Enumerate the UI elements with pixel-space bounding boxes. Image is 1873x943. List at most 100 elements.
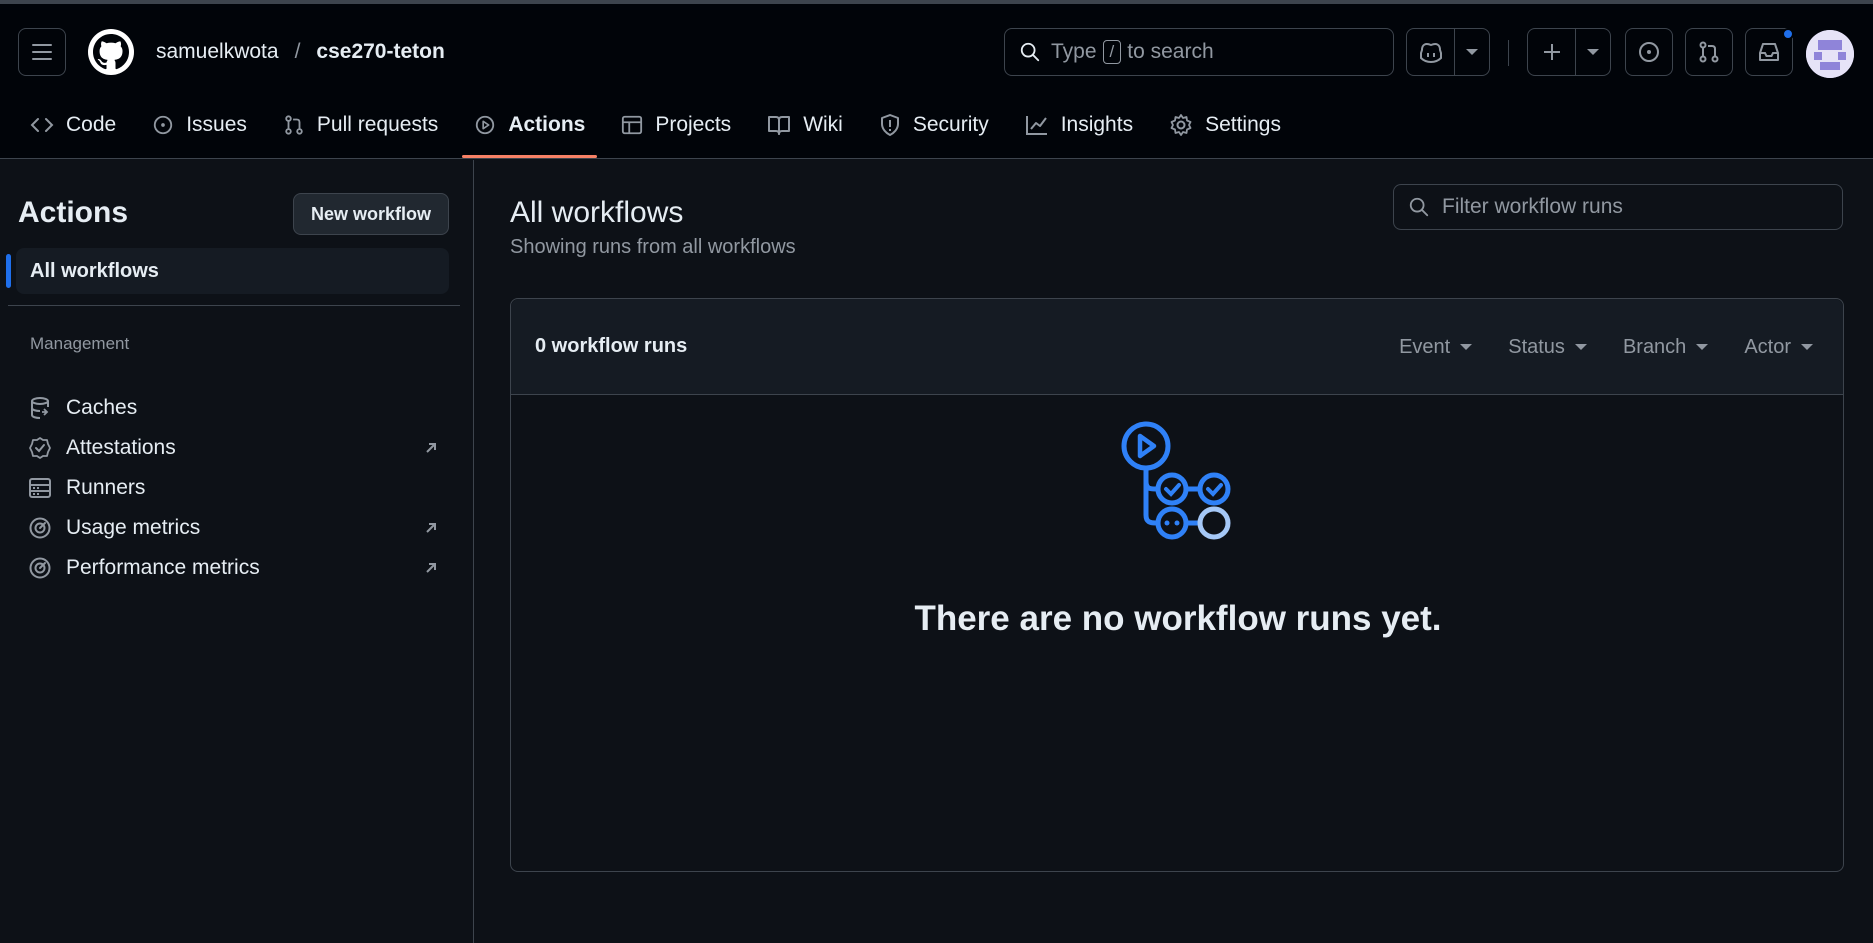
pull-request-icon (285, 115, 303, 135)
workflow-runs-header: 0 workflow runs Event Status Branch Acto… (511, 299, 1843, 395)
server-icon (29, 478, 51, 498)
create-new-button[interactable] (1528, 29, 1576, 75)
workflow-runs-box: 0 workflow runs Event Status Branch Acto… (510, 298, 1844, 872)
graph-icon (1025, 116, 1047, 135)
search-icon (1409, 197, 1429, 217)
breadcrumb-separator: / (294, 40, 301, 63)
book-icon (768, 116, 791, 135)
chevron-down-icon (1587, 49, 1599, 55)
breadcrumb: samuelkwota / cse270-teton (156, 40, 445, 64)
page-title: All workflows (510, 196, 684, 229)
copilot-dropdown[interactable] (1455, 29, 1489, 75)
sidebar-item-all-workflows[interactable]: All workflows (16, 248, 449, 294)
event-filter[interactable]: Event (1399, 335, 1473, 359)
new-workflow-button[interactable]: New workflow (293, 193, 449, 235)
sidebar-item-label: Caches (66, 396, 138, 419)
avatar[interactable] (1806, 30, 1854, 78)
sidebar-item-caches[interactable]: Caches (28, 390, 448, 426)
sidebar-section-label: Management (30, 334, 130, 353)
tab-label: Security (912, 113, 989, 136)
copilot-button[interactable] (1407, 29, 1455, 75)
tab-projects[interactable]: Projects (609, 104, 743, 146)
filter-label: Status (1508, 335, 1565, 358)
github-logo-icon[interactable] (88, 29, 134, 75)
copilot-icon (1419, 43, 1442, 63)
selected-indicator (6, 254, 11, 288)
global-search-input[interactable]: Type / to search (1004, 28, 1394, 76)
search-shortcut-key: / (1102, 40, 1122, 64)
sidebar-item-runners[interactable]: Runners (28, 470, 448, 506)
tab-issues[interactable]: Issues (140, 104, 259, 146)
filter-label: Branch (1622, 335, 1687, 358)
create-button-group (1527, 28, 1611, 76)
notification-dot (1782, 28, 1794, 40)
plus-icon (1543, 44, 1560, 60)
actions-sidebar: Actions New workflow All workflows Manag… (0, 160, 474, 943)
code-icon (30, 118, 54, 132)
filter-workflow-runs-input[interactable]: Filter workflow runs (1393, 184, 1843, 230)
sidebar-title: Actions (18, 196, 129, 229)
sidebar-item-attestations[interactable]: Attestations (28, 430, 448, 466)
sidebar-item-label: Performance metrics (66, 556, 260, 579)
tab-security[interactable]: Security (867, 104, 1001, 146)
breadcrumb-repo[interactable]: cse270-teton (316, 40, 444, 64)
sidebar-item-usage-metrics[interactable]: Usage metrics (28, 510, 448, 546)
caret-down-icon (1801, 344, 1813, 350)
empty-state-message: There are no workflow runs yet. (914, 599, 1442, 638)
link-external-icon (426, 443, 436, 453)
table-icon (622, 115, 643, 135)
link-external-icon (426, 523, 436, 533)
tab-insights[interactable]: Insights (1013, 104, 1145, 146)
caret-down-icon (1696, 344, 1709, 350)
tab-label: Wiki (803, 113, 843, 136)
search-prefix: Type (1051, 40, 1097, 63)
sidebar-item-label: Runners (66, 476, 146, 499)
filter-label: Actor (1744, 335, 1791, 358)
shield-icon (880, 114, 899, 136)
hamburger-icon (32, 44, 52, 60)
chevron-down-icon (1466, 49, 1478, 55)
tab-wiki[interactable]: Wiki (755, 104, 855, 146)
gear-icon (1170, 114, 1192, 136)
search-icon (1020, 42, 1040, 62)
tab-actions[interactable]: Actions (462, 104, 598, 158)
branch-filter[interactable]: Branch (1622, 335, 1709, 359)
identicon-icon (1806, 30, 1854, 78)
header-divider (1508, 40, 1509, 66)
page-subtitle: Showing runs from all workflows (510, 236, 796, 258)
verified-icon (29, 437, 51, 459)
tab-label: Settings (1205, 113, 1281, 136)
repo-header: samuelkwota / cse270-teton Type / to sea… (0, 4, 1873, 159)
filter-label: Event (1399, 335, 1451, 358)
caret-down-icon (1460, 344, 1473, 350)
tab-settings[interactable]: Settings (1157, 104, 1293, 146)
sidebar-item-label: Attestations (66, 436, 176, 459)
runs-count: 0 workflow runs (535, 335, 688, 357)
search-suffix: to search (1127, 40, 1214, 63)
tab-label: Insights (1060, 113, 1134, 136)
tab-label: Actions (508, 113, 586, 136)
tab-label: Projects (655, 113, 732, 136)
issue-icon (154, 115, 173, 135)
status-filter[interactable]: Status (1508, 336, 1587, 359)
tab-code[interactable]: Code (18, 104, 128, 146)
breadcrumb-owner[interactable]: samuelkwota (156, 40, 279, 64)
tab-label: Pull requests (316, 113, 439, 136)
play-icon (476, 115, 495, 135)
pull-requests-button[interactable] (1685, 28, 1733, 76)
actor-filter[interactable]: Actor (1744, 336, 1813, 359)
create-new-dropdown[interactable] (1576, 29, 1610, 75)
tab-pull-requests[interactable]: Pull requests (271, 104, 450, 146)
sidebar-item-performance-metrics[interactable]: Performance metrics (28, 550, 448, 586)
workflow-empty-state-icon (1121, 421, 1231, 540)
run-filters: Event Status Branch Actor (1363, 299, 1813, 395)
copilot-button-group (1406, 28, 1490, 76)
issues-button[interactable] (1625, 28, 1673, 76)
tab-label: Code (66, 113, 117, 136)
tab-label: Issues (186, 113, 247, 136)
sidebar-divider (8, 305, 460, 306)
menu-button[interactable] (18, 28, 66, 76)
repo-nav: Code Issues Pull requests Actions Projec… (18, 104, 1305, 159)
inbox-icon (1759, 43, 1779, 61)
caret-down-icon (1574, 344, 1587, 350)
